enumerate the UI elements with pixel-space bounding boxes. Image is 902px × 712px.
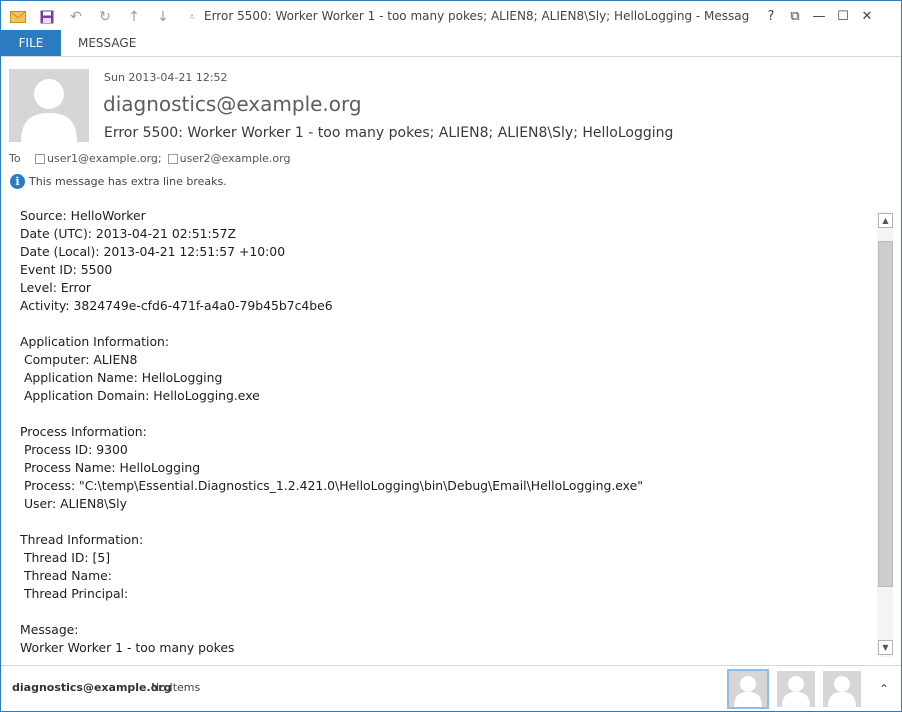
quick-access-toolbar: ↶ ↻ ↑ ↓ ⩡ bbox=[7, 7, 210, 27]
body-line: Level: Error bbox=[20, 280, 92, 295]
message-window: ↶ ↻ ↑ ↓ ⩡ Error 5500: Worker Worker 1 - … bbox=[0, 0, 902, 712]
sender-address[interactable]: diagnostics@example.org bbox=[103, 92, 362, 116]
message-body-text: Source: HelloWorker Date (UTC): 2013-04-… bbox=[20, 207, 643, 657]
body-line: Process Information: bbox=[20, 424, 147, 439]
message-subject: Error 5500: Worker Worker 1 - too many p… bbox=[104, 125, 674, 141]
people-thumbnail[interactable] bbox=[727, 669, 769, 709]
people-thumbnail[interactable] bbox=[823, 671, 861, 707]
people-pane: diagnostics@example.org No Items ⌃ bbox=[1, 665, 901, 711]
chevron-up-icon[interactable]: ⌃ bbox=[879, 682, 889, 696]
message-date: Sun 2013-04-21 12:52 bbox=[104, 71, 228, 84]
body-line: Message: bbox=[20, 622, 79, 637]
info-bar[interactable]: i This message has extra line breaks. bbox=[10, 174, 227, 189]
recipient-address: user1@example.org; bbox=[47, 152, 162, 165]
help-button[interactable]: ? bbox=[759, 7, 783, 25]
body-line: Event ID: 5500 bbox=[20, 262, 113, 277]
recipient[interactable]: user2@example.org bbox=[167, 152, 291, 165]
save-icon[interactable] bbox=[36, 8, 58, 26]
body-line: Process ID: 9300 bbox=[20, 442, 128, 457]
message-body[interactable]: Source: HelloWorker Date (UTC): 2013-04-… bbox=[1, 206, 877, 662]
scroll-up-button[interactable]: ▲ bbox=[878, 213, 893, 228]
title-bar: ↶ ↻ ↑ ↓ ⩡ Error 5500: Worker Worker 1 - … bbox=[1, 1, 901, 31]
body-line: Process Name: HelloLogging bbox=[20, 460, 201, 475]
people-pane-name[interactable]: diagnostics@example.org bbox=[12, 681, 172, 694]
customize-qat-icon[interactable]: ⩡ bbox=[181, 8, 203, 26]
down-arrow-icon[interactable]: ↓ bbox=[152, 8, 174, 26]
tab-message[interactable]: MESSAGE bbox=[78, 30, 136, 56]
scroll-down-button[interactable]: ▼ bbox=[878, 640, 893, 655]
up-arrow-icon[interactable]: ↑ bbox=[123, 8, 145, 26]
presence-icon bbox=[35, 153, 45, 164]
to-row: To user1@example.org; user2@example.org bbox=[9, 152, 296, 165]
window-title: Error 5500: Worker Worker 1 - too many p… bbox=[204, 9, 749, 23]
vertical-scrollbar[interactable]: ▲ ▼ bbox=[877, 211, 893, 657]
mail-icon[interactable] bbox=[7, 8, 29, 26]
ribbon-tabs: FILE MESSAGE bbox=[1, 30, 901, 57]
undo-icon[interactable]: ↶ bbox=[65, 8, 87, 26]
minimize-button[interactable]: — bbox=[807, 7, 831, 25]
sender-avatar[interactable] bbox=[9, 69, 89, 142]
body-line: Thread ID: [5] bbox=[20, 550, 111, 565]
body-line: Process: "C:\temp\Essential.Diagnostics_… bbox=[20, 478, 643, 493]
body-line: Computer: ALIEN8 bbox=[20, 352, 138, 367]
body-line: Thread Principal: bbox=[20, 586, 129, 601]
body-line: Application Domain: HelloLogging.exe bbox=[20, 388, 260, 403]
info-text: This message has extra line breaks. bbox=[29, 175, 227, 188]
scroll-thumb[interactable] bbox=[878, 241, 893, 587]
presence-icon bbox=[167, 153, 178, 164]
body-line: Date (Local): 2013-04-21 12:51:57 +10:00 bbox=[20, 244, 286, 259]
body-line: Worker Worker 1 - too many pokes bbox=[20, 640, 235, 655]
body-line: Source: HelloWorker bbox=[20, 208, 146, 223]
body-line: User: ALIEN8\Sly bbox=[20, 496, 127, 511]
recipient[interactable]: user1@example.org; bbox=[35, 152, 162, 165]
people-thumbnail[interactable] bbox=[777, 671, 815, 707]
close-button[interactable]: ✕ bbox=[855, 7, 879, 25]
redo-icon[interactable]: ↻ bbox=[94, 8, 116, 26]
ribbon-display-options-button[interactable]: ⧉ bbox=[783, 7, 807, 25]
body-line: Application Name: HelloLogging bbox=[20, 370, 223, 385]
body-line: Application Information: bbox=[20, 334, 170, 349]
tab-file[interactable]: FILE bbox=[1, 30, 61, 56]
body-line: Thread Name: bbox=[20, 568, 112, 583]
maximize-button[interactable]: ☐ bbox=[831, 7, 855, 25]
body-line: Date (UTC): 2013-04-21 02:51:57Z bbox=[20, 226, 236, 241]
info-icon: i bbox=[10, 174, 25, 189]
body-line: Thread Information: bbox=[20, 532, 144, 547]
people-pane-status: No Items bbox=[151, 681, 201, 694]
window-controls: ? ⧉ — ☐ ✕ bbox=[759, 7, 879, 25]
recipient-address: user2@example.org bbox=[179, 152, 291, 165]
body-line: Activity: 3824749e-cfd6-471f-a4a0-79b45b… bbox=[20, 298, 333, 313]
to-label: To bbox=[9, 152, 21, 165]
